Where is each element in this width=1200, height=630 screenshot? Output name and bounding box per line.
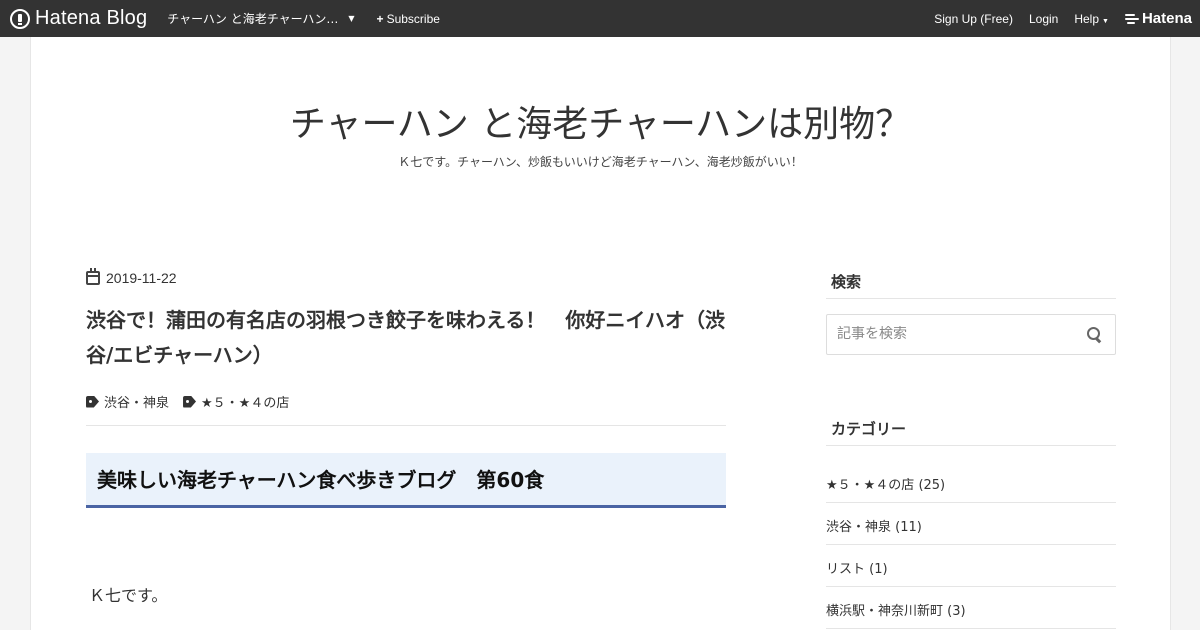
- search-icon[interactable]: [1087, 327, 1103, 343]
- search-input[interactable]: [837, 326, 1067, 342]
- entry-date-text: 2019-11-22: [106, 270, 177, 286]
- category-divider: [826, 502, 1116, 503]
- section-heading: 美味しい海老チャーハン食べ歩きブログ 第60食: [86, 453, 726, 508]
- hatena-logo-icon: [1124, 13, 1139, 24]
- category-module-title: カテゴリー: [831, 420, 907, 438]
- hatena-logo-text: Hatena: [1141, 10, 1192, 27]
- category-tag[interactable]: 渋谷・神泉: [86, 392, 169, 411]
- brand-text: Hatena Blog: [35, 7, 148, 29]
- search-module-title: 検索: [831, 273, 862, 291]
- blog-selector-label: チャーハン と海老チャーハン…: [167, 12, 339, 26]
- global-header: Hatena Blog チャーハン と海老チャーハン… ▼ + Subscribe…: [0, 0, 1200, 37]
- hatena-logo-link[interactable]: Hatena: [1124, 10, 1192, 27]
- help-menu[interactable]: Help ▼: [1074, 12, 1109, 26]
- search-form: [826, 314, 1116, 355]
- subscribe-label: Subscribe: [386, 11, 440, 26]
- blog-selector-dropdown[interactable]: チャーハン と海老チャーハン… ▼: [167, 10, 354, 27]
- category-link[interactable]: 横浜駅・神奈川新町 (3): [826, 600, 1116, 619]
- category-module-divider: [826, 445, 1116, 446]
- blog-title[interactable]: チャーハン と海老チャーハンは別物？: [31, 95, 1170, 147]
- category-link[interactable]: リスト (1): [826, 558, 1116, 577]
- chevron-down-icon: ▼: [1102, 17, 1109, 25]
- blog-description: Ｋ七です。チャーハン、炒飯もいいけど海老チャーハン、海老炒飯がいい！: [398, 155, 803, 169]
- login-link[interactable]: Login: [1029, 12, 1058, 26]
- category-tag-label: 渋谷・神泉: [104, 396, 170, 411]
- entry-title[interactable]: 渋谷で！蒲田の有名店の羽根つき餃子を味わえる！ 你好ニイハオ（渋谷/エビチャーハ…: [86, 303, 726, 373]
- calendar-icon: [86, 268, 100, 285]
- tag-icon: [183, 395, 197, 408]
- chevron-down-icon: ▼: [348, 14, 355, 23]
- category-divider: [826, 628, 1116, 629]
- category-link[interactable]: 渋谷・神泉 (11): [826, 516, 1116, 535]
- signup-link[interactable]: Sign Up (Free): [934, 12, 1013, 26]
- category-tag[interactable]: ★５・★４の店: [183, 392, 289, 411]
- tag-icon: [86, 395, 99, 408]
- hatena-blog-icon: [10, 8, 30, 29]
- plus-icon: +: [376, 11, 384, 26]
- hatena-blog-home-link[interactable]: Hatena Blog: [10, 7, 147, 30]
- category-link[interactable]: ★５・★４の店 (25): [826, 474, 1116, 493]
- category-tag-label: ★５・★４の店: [201, 396, 290, 411]
- entry-date[interactable]: 2019-11-22: [86, 268, 177, 286]
- entry-body-text: Ｋ七です。: [89, 586, 168, 605]
- entry-header-divider: [86, 425, 726, 426]
- help-label: Help: [1074, 11, 1100, 26]
- category-divider: [826, 586, 1116, 587]
- page-container: チャーハン と海老チャーハンは別物？ Ｋ七です。チャーハン、炒飯もいいけど海老チ…: [30, 37, 1171, 630]
- entry-categories: 渋谷・神泉 ★５・★４の店: [86, 392, 303, 411]
- header-actions: Sign Up (Free) Login Help ▼ Hatena: [918, 10, 1200, 27]
- category-divider: [826, 544, 1116, 545]
- subscribe-button[interactable]: + Subscribe: [377, 12, 440, 26]
- search-module-divider: [826, 298, 1116, 299]
